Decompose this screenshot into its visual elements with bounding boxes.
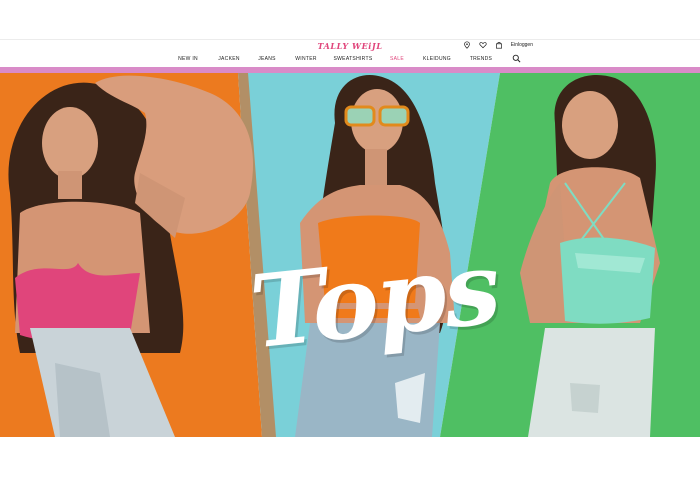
page-bottom-space: [0, 437, 700, 500]
nav-item-jeans[interactable]: JEANS: [258, 56, 276, 62]
hero-title: Tops: [245, 228, 504, 372]
site-header: TALLY WEiJL Einloggen NEW IN JACKEN JEAN…: [0, 40, 700, 66]
shopping-bag-icon[interactable]: [495, 41, 503, 49]
top-spacer-bar: [0, 0, 700, 40]
nav-item-new-in[interactable]: NEW IN: [178, 56, 198, 62]
nav-item-winter[interactable]: WINTER: [295, 56, 317, 62]
main-navigation: NEW IN JACKEN JEANS WINTER SWEATSHIRTS S…: [0, 56, 700, 64]
search-icon[interactable]: [512, 54, 521, 63]
header-utilities: Einloggen: [463, 41, 533, 49]
hero-banner[interactable]: Tops: [0, 73, 700, 437]
nav-item-sale[interactable]: SALE: [390, 56, 404, 62]
heart-icon[interactable]: [479, 41, 487, 49]
brand-logo[interactable]: TALLY WEiJL: [0, 41, 700, 51]
nav-item-jacken[interactable]: JACKEN: [218, 56, 240, 62]
login-link[interactable]: Einloggen: [511, 42, 533, 48]
nav-item-sweatshirts[interactable]: SWEATSHIRTS: [334, 56, 373, 62]
nav-item-trends[interactable]: TRENDS: [470, 56, 492, 62]
location-pin-icon[interactable]: [463, 41, 471, 49]
right-model-top: [560, 237, 655, 324]
nav-item-kleidung[interactable]: KLEIDUNG: [423, 56, 451, 62]
